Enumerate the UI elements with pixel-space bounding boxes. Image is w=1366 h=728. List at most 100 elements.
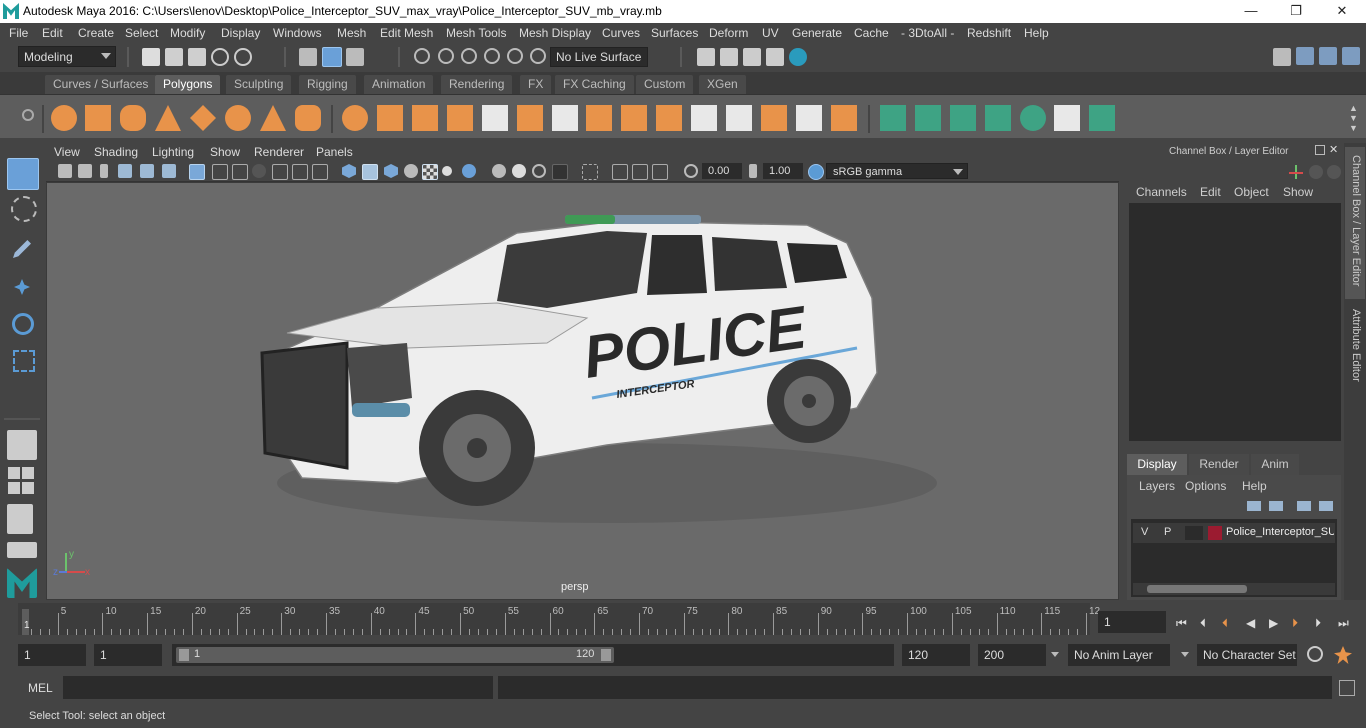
mode-selector[interactable]: Modeling xyxy=(18,46,116,67)
single-perspective-layout-icon[interactable] xyxy=(7,430,37,460)
channels-menu[interactable]: Channels xyxy=(1136,185,1187,199)
restore-button[interactable]: ❐ xyxy=(1281,2,1311,20)
menu-display[interactable]: Display xyxy=(221,26,260,40)
camera-attributes-icon[interactable] xyxy=(78,164,92,178)
poly-pipe-icon[interactable] xyxy=(295,105,321,131)
channel-object-menu[interactable]: Object xyxy=(1234,185,1269,199)
playback-start-field[interactable]: 1 xyxy=(94,644,162,666)
tab-display[interactable]: Display xyxy=(1127,454,1187,475)
exposure-icon[interactable] xyxy=(684,164,698,178)
combine-icon[interactable] xyxy=(342,105,368,131)
scale-tool-icon[interactable] xyxy=(7,344,37,374)
range-start-grip[interactable] xyxy=(179,649,189,661)
menu-surfaces[interactable]: Surfaces xyxy=(651,26,698,40)
smooth-icon[interactable] xyxy=(447,105,473,131)
layer-help-menu[interactable]: Help xyxy=(1242,479,1267,493)
paint-select-tool-icon[interactable] xyxy=(7,234,37,264)
film-gate-icon[interactable] xyxy=(212,164,228,180)
snap-live-icon[interactable] xyxy=(507,48,523,64)
viewport-menu-shading[interactable]: Shading xyxy=(94,145,138,159)
poly-cylinder-icon[interactable] xyxy=(120,105,146,131)
new-scene-icon[interactable] xyxy=(142,48,160,66)
mirror-icon[interactable] xyxy=(482,105,508,131)
menu-mesh[interactable]: Mesh xyxy=(337,26,366,40)
layer-row[interactable]: V P Police_Interceptor_SUV xyxy=(1133,523,1335,543)
float-panel-icon[interactable] xyxy=(1315,145,1325,155)
chevron-down-icon[interactable] xyxy=(1181,652,1189,657)
gate-mask-icon[interactable] xyxy=(252,164,266,178)
tab-fx[interactable]: FX xyxy=(520,75,552,94)
layer-options-menu[interactable]: Options xyxy=(1185,479,1226,493)
menu-help[interactable]: Help xyxy=(1024,26,1049,40)
step-forward-frame-icon[interactable]: ⏵ xyxy=(1315,616,1321,631)
planar-mapping-icon[interactable] xyxy=(880,105,906,131)
render-settings-icon[interactable] xyxy=(720,48,738,66)
go-to-start-icon[interactable]: ⏮ xyxy=(1176,616,1187,631)
axis-move-icon[interactable] xyxy=(1289,165,1303,179)
layers-menu[interactable]: Layers xyxy=(1139,479,1175,493)
go-to-end-icon[interactable]: ⏭ xyxy=(1338,616,1349,631)
layer-name[interactable]: Police_Interceptor_SUV xyxy=(1226,526,1334,538)
layer-reference-toggle[interactable] xyxy=(1185,526,1203,540)
tab-fx-caching[interactable]: FX Caching xyxy=(555,75,634,94)
gamma-icon[interactable] xyxy=(749,164,757,178)
camera-icon[interactable] xyxy=(58,164,72,178)
lock-icon[interactable] xyxy=(1327,165,1341,179)
layer-list-scrollbar[interactable] xyxy=(1133,583,1335,595)
menu-select[interactable]: Select xyxy=(125,26,158,40)
spherical-mapping-icon[interactable] xyxy=(950,105,976,131)
smooth-shade-icon[interactable] xyxy=(362,164,378,180)
tab-anim[interactable]: Anim xyxy=(1251,454,1299,475)
four-view-layout-icon[interactable] xyxy=(7,467,35,497)
multi-cut-icon[interactable] xyxy=(552,105,578,131)
layer-color-swatch[interactable] xyxy=(1208,526,1222,540)
depth-of-field-icon[interactable] xyxy=(552,164,568,180)
wireframe-icon[interactable] xyxy=(342,164,356,178)
motion-blur-icon[interactable] xyxy=(512,164,526,178)
undo-icon[interactable] xyxy=(211,48,229,66)
extract-icon[interactable] xyxy=(412,105,438,131)
rotate-tool-icon[interactable] xyxy=(7,308,37,338)
bridge-icon[interactable] xyxy=(517,105,543,131)
snap-view-plane-icon[interactable] xyxy=(484,48,500,64)
play-backwards-icon[interactable]: ◀ xyxy=(1246,616,1255,630)
step-back-frame-icon[interactable]: ⏴ xyxy=(1200,616,1206,631)
attribute-editor-toggle-icon[interactable] xyxy=(1319,47,1337,65)
maya-home-icon[interactable] xyxy=(7,568,37,598)
play-forwards-icon[interactable]: ▶ xyxy=(1269,616,1278,630)
playback-end-field[interactable]: 120 xyxy=(902,644,970,666)
poly-pyramid-icon[interactable] xyxy=(260,105,286,131)
tab-rendering[interactable]: Rendering xyxy=(441,75,513,94)
new-layer-selected-icon[interactable] xyxy=(1319,501,1333,511)
menu-redshift[interactable]: Redshift xyxy=(967,26,1011,40)
scrollbar-thumb[interactable] xyxy=(1147,585,1247,593)
xray-joints-icon[interactable] xyxy=(632,164,648,180)
poly-cube-icon[interactable] xyxy=(85,105,111,131)
select-hierarchy-icon[interactable] xyxy=(299,48,317,66)
xray-components-icon[interactable] xyxy=(652,164,668,180)
range-end-grip[interactable] xyxy=(601,649,611,661)
menu-curves[interactable]: Curves xyxy=(602,26,640,40)
select-components-icon[interactable] xyxy=(346,48,364,66)
range-slider[interactable]: 1 120 xyxy=(172,644,894,666)
graph-editor-layout-icon[interactable] xyxy=(7,542,37,558)
viewport-menu-show[interactable]: Show xyxy=(210,145,240,159)
safe-action-icon[interactable] xyxy=(292,164,308,180)
poly-sphere-icon[interactable] xyxy=(51,105,77,131)
move-tool-icon[interactable] xyxy=(7,272,37,302)
viewport-menu-view[interactable]: View xyxy=(54,145,80,159)
bevel-icon[interactable] xyxy=(621,105,647,131)
screen-space-ao-icon[interactable] xyxy=(492,164,506,178)
grid-toggle-icon[interactable] xyxy=(189,164,205,180)
merge-icon[interactable] xyxy=(761,105,787,131)
auto-key-icon[interactable] xyxy=(1307,646,1323,662)
menu-uv[interactable]: UV xyxy=(762,26,779,40)
side-tab-attribute-editor[interactable]: Attribute Editor xyxy=(1345,305,1365,405)
step-forward-key-icon[interactable]: ⏵ xyxy=(1292,616,1298,631)
menu-3dtoall[interactable]: - 3DtoAll - xyxy=(901,26,954,40)
grease-pencil-icon[interactable] xyxy=(162,164,176,178)
menu-modify[interactable]: Modify xyxy=(170,26,205,40)
menu-file[interactable]: File xyxy=(9,26,28,40)
insert-edge-loop-icon[interactable] xyxy=(726,105,752,131)
current-frame-field[interactable]: 1 xyxy=(1098,611,1166,633)
